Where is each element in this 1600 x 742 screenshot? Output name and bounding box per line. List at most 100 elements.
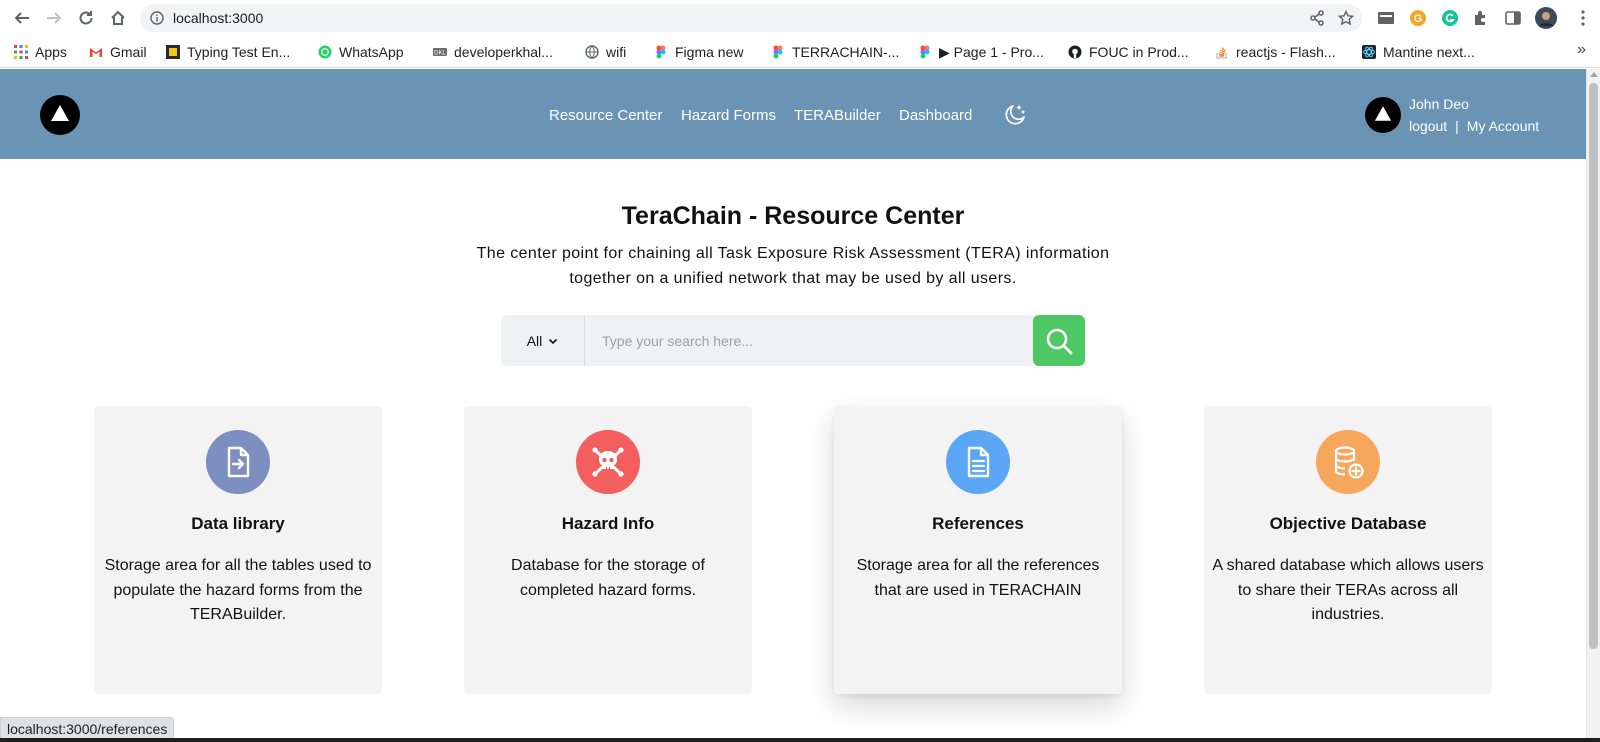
github-icon xyxy=(1068,45,1082,59)
extensions-puzzle-icon[interactable] xyxy=(1472,9,1490,27)
bookmark-label: Typing Test En... xyxy=(187,44,291,60)
skull-crossbones-icon xyxy=(592,447,624,477)
bookmark-whatsapp[interactable]: WhatsApp xyxy=(318,42,404,62)
card-title: Hazard Info xyxy=(561,514,655,533)
card-description: Storage area for all the tables used to … xyxy=(104,557,372,623)
whatsapp-icon xyxy=(318,45,332,59)
bookmark-figma-new[interactable]: Figma new xyxy=(654,42,743,62)
bookmark-label: FOUC in Prod... xyxy=(1089,44,1189,60)
extension-g-icon[interactable]: G xyxy=(1409,9,1427,27)
extension-screen-icon[interactable] xyxy=(1377,9,1395,27)
nav-dashboard[interactable]: Dashboard xyxy=(899,107,972,124)
browser-menu-icon[interactable] xyxy=(1574,9,1592,27)
forward-icon[interactable] xyxy=(42,6,66,30)
card-icon-circle xyxy=(946,430,1010,494)
bookmark-reactjs[interactable]: reactjs - Flash... xyxy=(1215,42,1336,62)
profile-avatar-icon[interactable] xyxy=(1535,7,1557,29)
svg-text:G: G xyxy=(1414,13,1423,25)
bookmark-page-1[interactable]: ▶ Page 1 - Pro... xyxy=(918,42,1044,62)
search-filter-value: All xyxy=(526,332,543,349)
back-icon[interactable] xyxy=(10,6,34,30)
bookmark-label: Gmail xyxy=(110,44,147,60)
page-subtitle-line: together on a unified network that may b… xyxy=(569,270,1017,287)
figma-icon xyxy=(920,45,930,59)
figma-icon xyxy=(656,45,666,59)
card-description: Database for the storage of completed ha… xyxy=(511,557,705,599)
file-import-icon xyxy=(227,446,250,478)
bookmark-mantine[interactable]: Mantine next... xyxy=(1362,42,1475,62)
search-button[interactable] xyxy=(1033,315,1085,366)
bookmarks-bar: Apps Gmail Typing Test En... WhatsApp DK… xyxy=(0,36,1600,68)
bookmark-label: WhatsApp xyxy=(339,44,404,60)
user-links: logout | My Account xyxy=(1409,118,1539,134)
card-references[interactable]: References Storage area for all the refe… xyxy=(834,406,1122,694)
card-data-library[interactable]: Data library Storage area for all the ta… xyxy=(94,406,382,694)
search-icon xyxy=(1046,328,1073,354)
gmail-icon xyxy=(90,48,102,57)
bookmark-apps[interactable]: Apps xyxy=(14,42,67,62)
moon-stars-icon[interactable] xyxy=(1001,103,1027,129)
bookmark-gmail[interactable]: Gmail xyxy=(89,42,147,62)
apps-grid-icon xyxy=(14,45,28,59)
scroll-up-arrow-icon[interactable] xyxy=(1590,72,1598,77)
svg-text:DKL: DKL xyxy=(434,51,446,57)
search-input[interactable] xyxy=(585,315,1034,366)
extension-grammarly-icon[interactable] xyxy=(1441,9,1459,27)
page-subtitle-line: The center point for chaining all Task E… xyxy=(476,245,1110,262)
bookmark-label: ▶ Page 1 - Pro... xyxy=(939,43,1044,60)
page-scrollbar[interactable] xyxy=(1586,69,1600,742)
reload-icon[interactable] xyxy=(74,6,98,30)
search-filter-select[interactable]: All xyxy=(501,315,585,366)
search-bar: All xyxy=(501,315,1085,366)
chevron-down-icon xyxy=(549,338,558,344)
address-bar[interactable]: localhost:3000 xyxy=(140,4,1362,32)
app-header: Resource Center Hazard Forms TERABuilder… xyxy=(0,69,1586,159)
nav-hazard-forms[interactable]: Hazard Forms xyxy=(681,107,776,124)
card-description: Storage area for all the references that… xyxy=(856,557,1100,599)
bookmark-developer[interactable]: DKL developerkhal... xyxy=(433,42,553,62)
card-icon-circle xyxy=(1316,430,1380,494)
document-icon xyxy=(967,446,990,478)
card-icon-circle xyxy=(206,430,270,494)
bookmark-label: Figma new xyxy=(675,44,744,60)
card-hazard-info[interactable]: Hazard Info Database for the storage of … xyxy=(464,406,752,694)
nav-resource-center[interactable]: Resource Center xyxy=(549,107,662,124)
browser-toolbar: localhost:3000 G xyxy=(0,0,1600,36)
stackoverflow-icon xyxy=(1216,47,1227,59)
card-title: Objective Database xyxy=(1269,514,1427,533)
scrollbar-thumb[interactable] xyxy=(1589,83,1598,649)
nav-terabuilder[interactable]: TERABuilder xyxy=(794,107,881,124)
share-icon[interactable] xyxy=(1309,10,1325,26)
database-plus-icon xyxy=(1334,446,1364,479)
user-name: John Deo xyxy=(1409,96,1469,112)
home-icon[interactable] xyxy=(106,6,130,30)
developer-icon: DKL xyxy=(433,48,447,57)
bookmark-label: Apps xyxy=(35,44,67,60)
bookmark-label: developerkhal... xyxy=(454,44,553,60)
bookmark-terrachain[interactable]: TERRACHAIN-... xyxy=(771,42,899,62)
globe-icon xyxy=(585,45,599,59)
card-title: References xyxy=(932,514,1024,533)
site-info-icon[interactable] xyxy=(150,11,164,25)
react-icon xyxy=(1362,45,1376,59)
more-bookmarks-button[interactable]: » xyxy=(1577,41,1586,59)
my-account-link[interactable]: My Account xyxy=(1467,118,1539,134)
bookmark-typing-test[interactable]: Typing Test En... xyxy=(166,42,290,62)
bookmark-label: wifi xyxy=(606,44,627,60)
triangle-avatar-icon xyxy=(1374,106,1392,121)
app-logo[interactable] xyxy=(40,95,80,135)
user-avatar[interactable] xyxy=(1365,97,1401,133)
bookmark-wifi[interactable]: wifi xyxy=(585,42,626,62)
side-panel-icon[interactable] xyxy=(1504,9,1522,27)
card-objective-database[interactable]: Objective Database A shared database whi… xyxy=(1204,406,1492,694)
bookmark-fouc[interactable]: FOUC in Prod... xyxy=(1068,42,1189,62)
bookmark-label: TERRACHAIN-... xyxy=(792,44,900,60)
bookmark-label: Mantine next... xyxy=(1383,44,1475,60)
page-title: TeraChain - Resource Center xyxy=(621,202,965,230)
logout-link[interactable]: logout xyxy=(1409,118,1447,134)
window-bottom-edge xyxy=(0,738,1600,742)
figma-icon xyxy=(773,45,783,59)
triangle-logo-icon xyxy=(51,105,69,121)
bookmark-label: reactjs - Flash... xyxy=(1236,44,1336,60)
bookmark-star-icon[interactable] xyxy=(1338,10,1354,26)
